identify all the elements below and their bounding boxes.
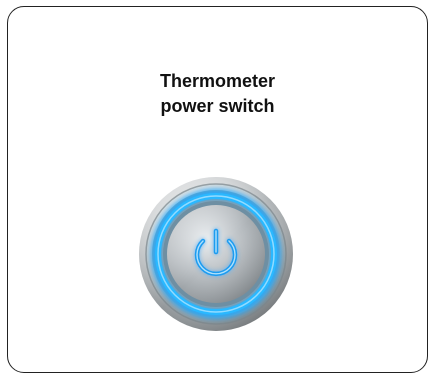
switch-card: Thermometer power switch	[7, 6, 428, 373]
switch-label-line1: Thermometer	[159, 71, 276, 91]
power-switch-button[interactable]	[137, 175, 295, 333]
power-switch-graphic	[139, 177, 293, 331]
switch-label-line2: power switch	[160, 96, 275, 116]
switch-label: Thermometer power switch	[8, 69, 427, 119]
